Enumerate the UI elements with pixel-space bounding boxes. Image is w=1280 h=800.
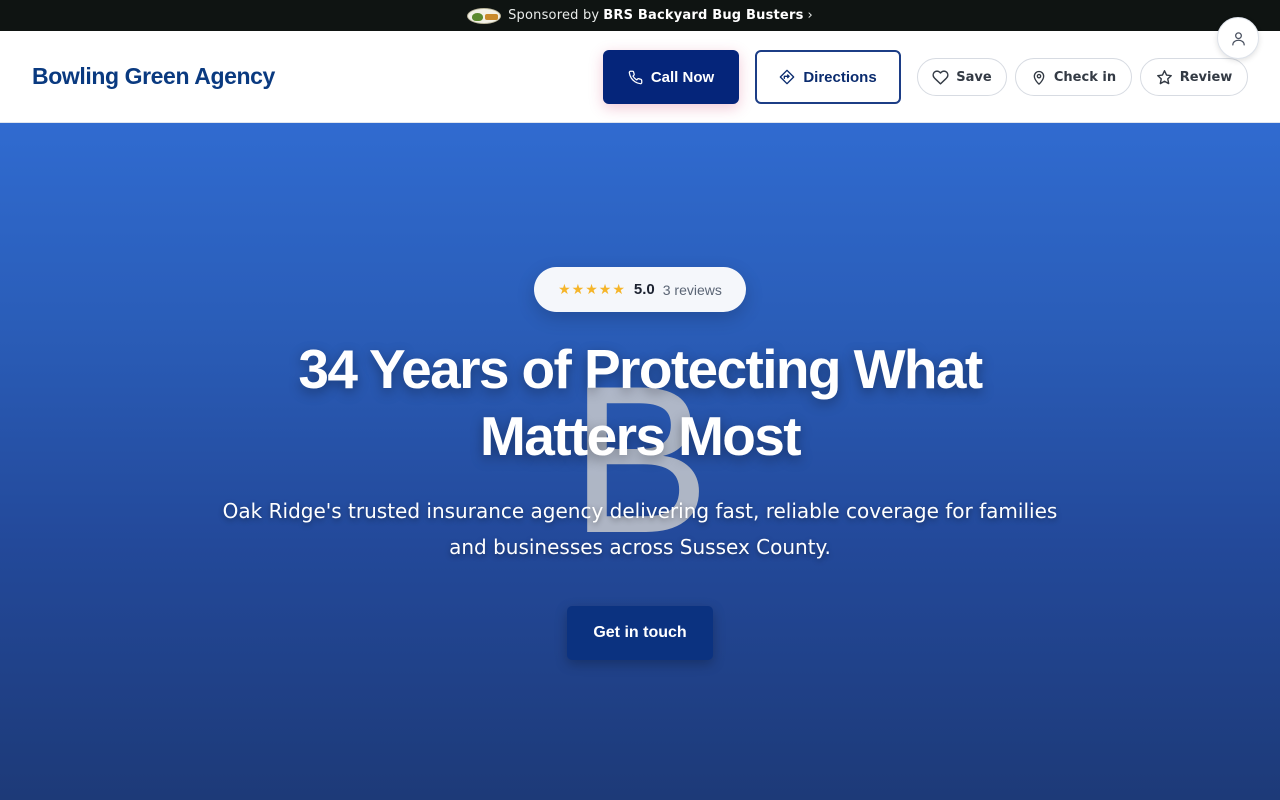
hero-subheadline: Oak Ridge's trusted insurance agency del…: [222, 499, 1058, 559]
sponsor-bar[interactable]: Sponsored by BRS Backyard Bug Busters ›: [0, 0, 1280, 31]
directions-label: Directions: [803, 68, 877, 86]
call-now-label: Call Now: [650, 68, 715, 86]
rating-score: 5.0: [633, 281, 655, 298]
get-in-touch-button[interactable]: Get in touch: [567, 606, 713, 660]
rating-badge[interactable]: ★★★★★ 5.0 3 reviews: [534, 267, 746, 312]
call-now-button[interactable]: Call Now: [603, 50, 739, 104]
site-header: Bowling Green Agency Call Now Directions…: [0, 31, 1280, 123]
review-label: Review: [1179, 69, 1233, 85]
rating-stars-icon: ★★★★★: [558, 281, 626, 298]
save-label: Save: [956, 69, 992, 85]
sponsor-prefix: Sponsored by: [508, 8, 600, 23]
user-icon: [1230, 30, 1247, 47]
sponsor-logo-icon: [467, 7, 502, 24]
hero-headline: 34 Years of Protecting What Matters Most: [298, 338, 983, 467]
review-button[interactable]: Review: [1140, 58, 1248, 96]
directions-button[interactable]: Directions: [755, 50, 901, 104]
brand-title[interactable]: Bowling Green Agency: [32, 63, 275, 90]
map-pin-icon: [1031, 69, 1047, 86]
phone-icon: [628, 70, 643, 85]
star-outline-icon: [1156, 69, 1173, 86]
reviews-count: 3 reviews: [662, 281, 722, 298]
save-button[interactable]: Save: [917, 58, 1007, 96]
check-in-button[interactable]: Check in: [1015, 58, 1132, 96]
directions-icon: [779, 69, 795, 85]
hero-section: B ★★★★★ 5.0 3 reviews 34 Years of Protec…: [0, 123, 1280, 800]
sponsor-brand-link[interactable]: BRS Backyard Bug Busters: [603, 8, 803, 23]
account-avatar-button[interactable]: [1217, 17, 1259, 59]
check-in-label: Check in: [1053, 69, 1117, 85]
chevron-right-icon: ›: [807, 8, 813, 23]
heart-icon: [932, 69, 949, 86]
